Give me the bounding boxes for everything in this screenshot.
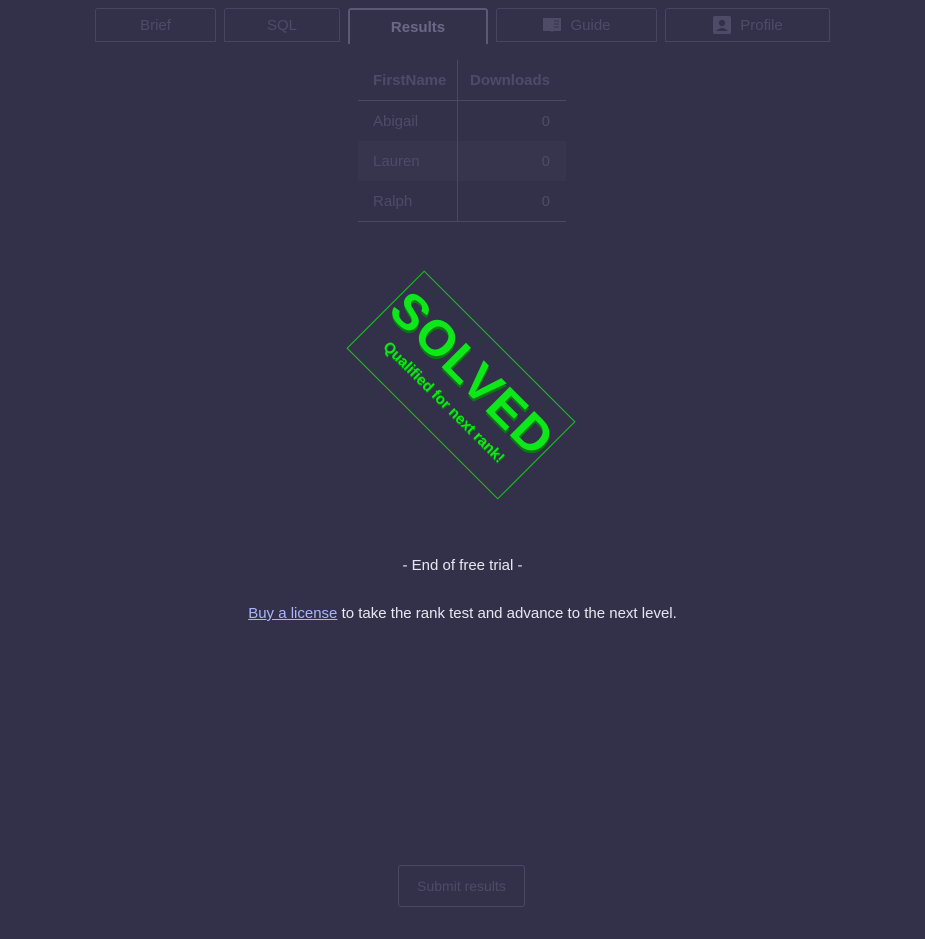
tab-label: SQL bbox=[266, 16, 297, 34]
tab-label: Profile bbox=[740, 16, 783, 34]
column-header-firstname: FirstName bbox=[358, 60, 459, 101]
column-header-downloads: Downloads bbox=[457, 60, 566, 101]
cell-firstname: Ralph bbox=[358, 181, 459, 222]
table-header-row: FirstName Downloads bbox=[358, 60, 566, 101]
cell-firstname: Abigail bbox=[358, 100, 459, 141]
tab-label: Brief bbox=[140, 16, 171, 34]
solved-stamp: SOLVED Qualified for next rank! bbox=[346, 270, 576, 500]
tab-sql[interactable]: SQL bbox=[224, 8, 340, 42]
cell-downloads: 0 bbox=[541, 112, 550, 130]
tab-results[interactable]: Results bbox=[348, 8, 488, 44]
tab-label: Guide bbox=[570, 16, 611, 34]
tab-profile[interactable]: Profile bbox=[665, 8, 830, 42]
table-row: Abigail 0 bbox=[358, 100, 566, 141]
buy-license-link[interactable]: Buy a license bbox=[248, 605, 337, 622]
results-table: FirstName Downloads Abigail 0 Lauren 0 R… bbox=[358, 60, 566, 222]
table-row: Ralph 0 bbox=[358, 181, 566, 222]
table-row: Lauren 0 bbox=[358, 141, 566, 181]
tab-brief[interactable]: Brief bbox=[95, 8, 216, 42]
license-message: Buy a license to take the rank test and … bbox=[0, 605, 925, 622]
profile-icon bbox=[712, 16, 732, 34]
license-message-text: to take the rank test and advance to the… bbox=[337, 605, 677, 622]
tab-guide[interactable]: Guide bbox=[496, 8, 657, 42]
results-page: Brief SQL Results Guide Profile FirstNam… bbox=[0, 0, 925, 939]
tab-bar: Brief SQL Results Guide Profile bbox=[0, 8, 925, 44]
end-of-trial-text: - End of free trial - bbox=[402, 557, 523, 574]
cell-downloads: 0 bbox=[457, 141, 566, 181]
submit-results-button[interactable]: Submit results bbox=[398, 865, 525, 907]
cell-firstname: Lauren bbox=[358, 141, 459, 181]
tab-label: Results bbox=[390, 18, 446, 36]
cell-downloads: 0 bbox=[457, 181, 566, 222]
book-icon bbox=[542, 16, 562, 34]
